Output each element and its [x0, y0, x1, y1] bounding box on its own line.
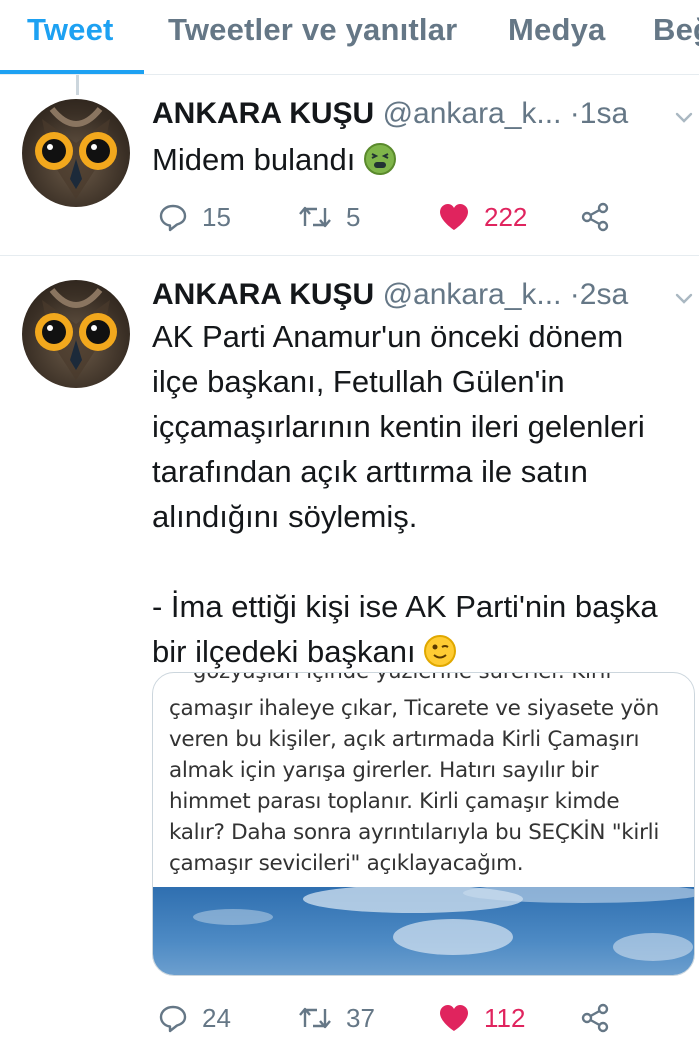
tab-tweets-and-replies[interactable]: Tweetler ve yanıtlar [168, 12, 457, 48]
tweet-text: AK Parti Anamur'un önceki dönem ilçe baş… [152, 314, 692, 674]
retweet-button[interactable]: 37 [298, 998, 375, 1038]
reply-button[interactable]: 24 [158, 998, 231, 1038]
reply-icon [159, 1005, 187, 1033]
media-text-cut-line: gözyaşları içinde yüzlerine sürerler. Ki… [193, 673, 611, 683]
profile-tabs: Tweet Tweetler ve yanıtlar Medya Beğ [0, 0, 699, 75]
share-button[interactable] [580, 998, 610, 1038]
like-button[interactable]: 222 [438, 197, 527, 237]
tweet-text-line: AK Parti Anamur'un önceki dönem [152, 319, 624, 354]
tweet-text-line: alındığını söylemiş. [152, 499, 418, 534]
reply-icon [159, 204, 187, 232]
retweet-count: 5 [346, 201, 361, 232]
tweet-text-line: - İma ettiği kişi ise AK Parti'nin başka [152, 589, 658, 624]
tweet-text-blank-line [152, 539, 692, 584]
media-text-line: çamaşır sevicileri" açıklayacağım. [169, 851, 524, 876]
tweet-text: Midem bulandı [152, 137, 692, 182]
avatar[interactable] [22, 280, 130, 388]
avatar[interactable] [22, 99, 130, 207]
retweet-count: 37 [346, 1002, 375, 1033]
media-text-line: kalır? Daha sonra ayrıntılarıyla bu SEÇK… [169, 820, 659, 845]
tweet-time[interactable]: 2sa [580, 278, 628, 311]
chevron-down-icon[interactable] [674, 289, 694, 309]
tweet-actions: 15 5 222 [152, 197, 632, 237]
media-text-line: çamaşır ihaleye çıkar, Ticarete ve siyas… [169, 696, 659, 721]
chevron-down-icon[interactable] [674, 108, 694, 128]
like-count: 222 [484, 201, 528, 232]
share-icon [581, 202, 609, 232]
tweet-item[interactable]: ANKARA KUŞU @ankara_k... ·1sa Midem bula… [0, 75, 699, 255]
tab-media[interactable]: Medya [508, 12, 605, 48]
media-sky-photo [153, 883, 694, 975]
heart-icon [440, 1005, 468, 1031]
author-name[interactable]: ANKARA KUŞU [152, 97, 374, 130]
heart-icon [440, 204, 468, 230]
nauseated-face-icon [363, 143, 396, 175]
reply-button[interactable]: 15 [158, 197, 231, 237]
tweet-time[interactable]: 1sa [580, 97, 628, 130]
media-text: çamaşır ihaleye çıkar, Ticarete ve siyas… [169, 693, 689, 879]
tweet-text-line: bir ilçedeki başkanı [152, 634, 416, 669]
tweet-media-image[interactable]: gözyaşları içinde yüzlerine sürerler. Ki… [152, 672, 695, 976]
retweet-button[interactable]: 5 [298, 197, 360, 237]
like-button[interactable]: 112 [438, 998, 525, 1038]
reply-count: 24 [202, 1002, 231, 1033]
separator-dot: · [569, 97, 580, 130]
tweet-text-line: Midem bulandı [152, 142, 356, 177]
author-name[interactable]: ANKARA KUŞU [152, 278, 374, 311]
media-text-line: himmet parası toplanır. Kirli çamaşır ki… [169, 789, 620, 814]
author-handle[interactable]: @ankara_k... [383, 97, 562, 130]
tab-likes[interactable]: Beğ [653, 12, 699, 48]
retweet-icon [299, 206, 331, 228]
like-count: 112 [484, 1002, 526, 1033]
reply-count: 15 [202, 201, 231, 232]
tweet-text-line: iççamaşırlarının kentin ileri gelenleri [152, 409, 645, 444]
author-handle[interactable]: @ankara_k... [383, 278, 562, 311]
tweet-header: ANKARA KUŞU @ankara_k... ·2sa [152, 278, 628, 312]
share-icon [581, 1003, 609, 1033]
retweet-icon [299, 1007, 331, 1029]
tweet-actions: 24 37 112 [152, 998, 632, 1038]
winking-face-icon [424, 635, 457, 667]
separator-dot: · [569, 278, 580, 311]
media-text-line: veren bu kişiler, açık artırmada Kirli Ç… [169, 727, 640, 752]
tweet-text-line: tarafından açık arttırma ile satın [152, 454, 588, 489]
tweet-text-line: ilçe başkanı, Fetullah Gülen'in [152, 364, 565, 399]
media-text-line: almak için yarışa girerler. Hatırı sayıl… [169, 758, 599, 783]
tab-tweet[interactable]: Tweet [27, 12, 114, 48]
share-button[interactable] [580, 197, 610, 237]
tweet-header: ANKARA KUŞU @ankara_k... ·1sa [152, 97, 628, 131]
